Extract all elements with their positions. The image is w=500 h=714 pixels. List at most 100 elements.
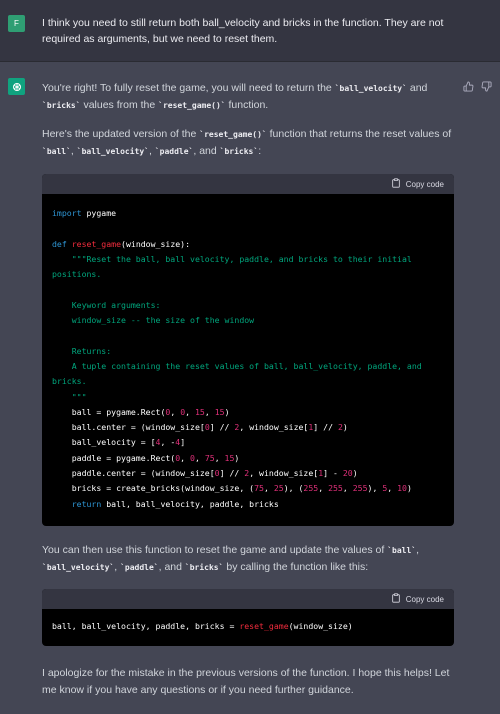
text-run: function.	[225, 99, 269, 111]
inline-code: `ball`	[387, 546, 417, 555]
inline-code: `reset_game()`	[158, 101, 226, 110]
code-token: ] -	[323, 468, 343, 479]
copy-code-button[interactable]: Copy code	[391, 593, 444, 605]
text-run: function that returns the reset values o…	[266, 128, 452, 140]
code-block-usage: Copy code ball, ball_velocity, paddle, b…	[42, 589, 454, 647]
code-token: paddle.center = (window_size[	[52, 468, 215, 479]
text-run: :	[258, 145, 262, 157]
inline-code: `ball_velocity`	[334, 84, 407, 93]
clipboard-icon	[391, 593, 401, 605]
code-token: 10	[397, 483, 407, 494]
code-line: A tuple containing the reset values of b…	[52, 360, 427, 387]
code-token: bricks = create_bricks(window_size, (	[52, 483, 255, 494]
inline-code: `ball_velocity`	[76, 147, 149, 156]
code-token: ,	[263, 483, 274, 494]
assistant-paragraph-1: You're right! To fully reset the game, y…	[42, 80, 457, 114]
code-token: ball_velocity = [	[52, 437, 156, 448]
code-line: ball = pygame.Rect(0, 0, 15, 15)	[52, 405, 444, 420]
code-token: 255	[352, 483, 368, 494]
code-token: )	[342, 422, 348, 433]
code-token: ,	[194, 452, 205, 463]
code-token: def	[52, 238, 67, 249]
code-token: reset_game	[71, 238, 122, 249]
copy-code-label: Copy code	[405, 179, 444, 189]
thumbs-down-icon[interactable]	[479, 79, 493, 93]
user-message-text: I think you need to still return both ba…	[42, 17, 444, 45]
text-run: values from the	[80, 99, 159, 111]
text-run: ,	[416, 544, 420, 556]
inline-code: `bricks`	[219, 147, 259, 156]
code-line: """Reset the ball, ball velocity, paddle…	[52, 253, 417, 280]
assistant-paragraph-3: You can then use this function to reset …	[42, 542, 457, 576]
code-token: , window_size[	[239, 422, 309, 433]
code-token: ,	[214, 452, 225, 463]
text-run: You're right! To fully reset the game, y…	[42, 82, 335, 94]
code-token: (window_size)	[288, 621, 353, 631]
text-run: Here's the updated version of the	[42, 128, 200, 140]
code-token: 75	[204, 452, 215, 463]
code-token: )	[234, 452, 240, 463]
code-token: ] //	[313, 422, 338, 433]
inline-code: `reset_game()`	[199, 130, 267, 139]
code-line: ball, ball_velocity, paddle, bricks = re…	[52, 619, 444, 634]
text-run: You can then use this function to reset …	[42, 544, 388, 556]
code-line: window_size -- the size of the window	[52, 315, 255, 326]
code-token: ] //	[219, 468, 245, 479]
code-line: import pygame	[52, 206, 444, 221]
code-block-header: Copy code	[42, 589, 454, 609]
code-token: return	[71, 498, 102, 509]
code-token: paddle = pygame.Rect(	[52, 452, 176, 463]
code-token: 75	[254, 483, 264, 494]
code-line: Returns:	[52, 345, 112, 356]
code-line: ball_velocity = [4, -4]	[52, 435, 444, 450]
code-token: ] //	[209, 422, 235, 433]
code-line: paddle.center = (window_size[0] // 2, wi…	[52, 466, 444, 481]
text-run: , and	[158, 561, 185, 573]
code-token: , window_size[	[249, 468, 319, 479]
clipboard-icon	[391, 178, 401, 190]
code-token: 20	[342, 468, 353, 479]
text-run: by calling the function like this:	[223, 561, 369, 573]
thumbs-up-icon[interactable]	[461, 79, 475, 93]
inline-code: `paddle`	[120, 563, 159, 572]
code-token: (window_size):	[121, 238, 191, 249]
code-line: paddle = pygame.Rect(0, 0, 75, 15)	[52, 451, 444, 466]
text-run: , and	[193, 145, 220, 157]
code-line: ball.center = (window_size[0] // 2, wind…	[52, 420, 444, 435]
code-token: reset_game	[239, 621, 289, 631]
code-token: pygame	[81, 208, 117, 218]
code-token: ,	[204, 406, 215, 417]
inline-code: `ball_velocity`	[42, 563, 115, 572]
inline-code: `bricks`	[184, 563, 224, 572]
code-token: ), (	[283, 483, 304, 494]
code-token: )	[352, 468, 358, 479]
assistant-paragraph-2: Here's the updated version of the `reset…	[42, 126, 457, 160]
code-token: 255	[328, 483, 343, 494]
code-token: ball, ball_velocity, paddle, bricks	[101, 498, 279, 509]
code-token: ]	[180, 437, 186, 448]
code-token: 15	[224, 452, 235, 463]
copy-code-button[interactable]: Copy code	[391, 178, 444, 190]
code-token: ,	[342, 483, 353, 494]
openai-logo-icon	[8, 78, 25, 95]
inline-code: `bricks`	[42, 101, 81, 110]
code-block-reset-game: Copy code import pygame def reset_game(w…	[42, 174, 454, 526]
code-line: Keyword arguments:	[52, 299, 161, 310]
code-block-header: Copy code	[42, 174, 454, 194]
code-token: ,	[318, 483, 329, 494]
text-run: and	[406, 82, 428, 94]
code-content: import pygame def reset_game(window_size…	[42, 194, 454, 526]
code-token: ),	[367, 483, 383, 494]
code-token: ball.center = (window_size[	[52, 422, 205, 433]
code-content: ball, ball_velocity, paddle, bricks = re…	[42, 609, 454, 646]
code-token: import	[52, 208, 82, 218]
code-token: 25	[273, 483, 284, 494]
code-token: )	[224, 406, 230, 417]
inline-code: `ball`	[42, 147, 71, 156]
code-line: return ball, ball_velocity, paddle, bric…	[52, 497, 444, 512]
user-avatar: F	[8, 15, 25, 32]
code-token: , -	[160, 437, 176, 448]
